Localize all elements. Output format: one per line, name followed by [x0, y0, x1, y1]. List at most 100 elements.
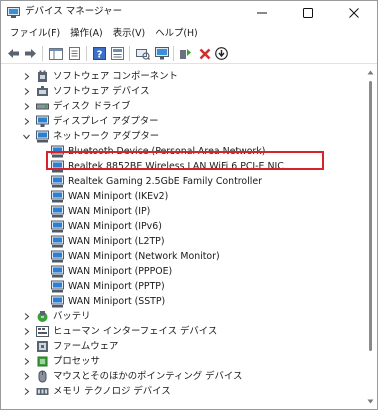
help-icon: ?: [93, 47, 106, 60]
maximize-button[interactable]: [285, 1, 331, 24]
chevron-right-icon[interactable]: [22, 117, 31, 126]
maximize-icon: [303, 7, 313, 18]
window-title: デバイス マネージャー: [25, 6, 123, 17]
tree-item-label: ファームウェア: [53, 341, 119, 352]
help-button[interactable]: ?: [91, 45, 108, 62]
title-bar: デバイス マネージャー: [1, 1, 377, 24]
tree-item-batteries[interactable]: バッテリ: [2, 309, 362, 324]
tree-item-software-devices[interactable]: ソフトウェア デバイス: [2, 84, 362, 99]
menu-file[interactable]: ファイル(F): [5, 24, 65, 43]
network-adapter-icon: [51, 190, 64, 203]
uninstall-device-button[interactable]: [196, 45, 213, 62]
scroll-down-arrow-icon[interactable]: [367, 398, 374, 405]
tree-item-bluetooth-pan[interactable]: Bluetooth Device (Personal Area Network): [2, 144, 362, 159]
scrollbar-thumb[interactable]: [369, 81, 372, 351]
download-button[interactable]: [213, 45, 230, 62]
menu-action[interactable]: 操作(A): [65, 24, 107, 43]
toolbar: ?: [1, 43, 377, 64]
tree-item-wan-pppoe[interactable]: WAN Miniport (PPPOE): [2, 264, 362, 279]
back-icon: [8, 49, 19, 58]
tree-item-label: ソフトウェア デバイス: [53, 86, 150, 97]
tree-item-label: WAN Miniport (IKEv2): [68, 191, 169, 202]
tree-item-label: ヒューマン インターフェイス デバイス: [53, 326, 218, 337]
battery-icon: [37, 311, 48, 322]
network-adapter-icon: [51, 145, 64, 158]
network-adapter-icon: [51, 205, 64, 218]
network-adapter-icon: [51, 250, 64, 263]
disk-drive-icon: [36, 103, 49, 110]
network-adapter-icon: [51, 160, 64, 173]
tree-item-realtek-8852be[interactable]: Realtek 8852BE Wireless LAN WiFi 6 PCI-E…: [2, 159, 362, 174]
tree-item-wan-l2tp[interactable]: WAN Miniport (L2TP): [2, 234, 362, 249]
tree-item-label: WAN Miniport (SSTP): [68, 296, 166, 307]
chevron-right-icon[interactable]: [22, 312, 31, 321]
tree-item-wan-ikev2[interactable]: WAN Miniport (IKEv2): [2, 189, 362, 204]
update-driver-button[interactable]: [177, 45, 194, 62]
scroll-up-arrow-icon[interactable]: [367, 69, 374, 76]
tree-item-label: WAN Miniport (L2TP): [68, 236, 165, 247]
tree-item-wan-pptp[interactable]: WAN Miniport (PPTP): [2, 279, 362, 294]
network-adapter-icon: [51, 265, 64, 278]
forward-button[interactable]: [22, 45, 39, 62]
chevron-right-icon[interactable]: [22, 387, 31, 396]
menu-view[interactable]: 表示(V): [108, 24, 150, 43]
scan-hardware-icon: [135, 49, 150, 60]
tree-item-memory-technology[interactable]: メモリ テクノロジ デバイス: [2, 384, 362, 399]
tree-item-disk-drives[interactable]: ディスク ドライブ: [2, 99, 362, 114]
console-tree-icon: [48, 47, 63, 60]
chevron-right-icon[interactable]: [22, 372, 31, 381]
device-manager-app-icon: [7, 7, 20, 18]
properties-icon: [69, 47, 80, 60]
chevron-right-icon[interactable]: [22, 327, 31, 336]
tree-item-realtek-gaming[interactable]: Realtek Gaming 2.5GbE Family Controller: [2, 174, 362, 189]
back-button[interactable]: [5, 45, 22, 62]
tree-item-label: ディスク ドライブ: [53, 101, 131, 112]
tree-item-hid[interactable]: ヒューマン インターフェイス デバイス: [2, 324, 362, 339]
tree-item-software-components[interactable]: ソフトウェア コンポーネント: [2, 69, 362, 84]
chevron-right-icon[interactable]: [22, 87, 31, 96]
properties-sheet-button[interactable]: [109, 45, 126, 62]
scan-hardware-button[interactable]: [134, 45, 151, 62]
close-icon: [349, 7, 359, 18]
minimize-button[interactable]: [239, 1, 285, 24]
toolbar-separator: [42, 46, 43, 61]
menu-help[interactable]: ヘルプ(H): [150, 24, 203, 43]
tree-item-display-adapters[interactable]: ディスプレイ アダプター: [2, 114, 362, 129]
chevron-right-icon[interactable]: [22, 72, 31, 81]
tree-item-wan-sstp[interactable]: WAN Miniport (SSTP): [2, 294, 362, 309]
tree-item-network-adapters[interactable]: ネットワーク アダプター: [2, 129, 362, 144]
chevron-right-icon[interactable]: [22, 357, 31, 366]
tree-item-label: ソフトウェア コンポーネント: [53, 71, 178, 82]
tree-item-label: Realtek Gaming 2.5GbE Family Controller: [68, 176, 262, 187]
network-adapter-icon: [51, 220, 64, 233]
tree-item-wan-ipv6[interactable]: WAN Miniport (IPv6): [2, 219, 362, 234]
hid-icon: [36, 326, 49, 337]
tree-item-mice[interactable]: マウスとそのほかのポインティング デバイス: [2, 369, 362, 384]
properties-sheet-icon: [111, 47, 124, 60]
properties-button[interactable]: [66, 45, 83, 62]
tree-item-label: WAN Miniport (Network Monitor): [68, 251, 220, 262]
tree-item-processors[interactable]: プロセッサ: [2, 354, 362, 369]
tree-item-wan-network-monitor[interactable]: WAN Miniport (Network Monitor): [2, 249, 362, 264]
network-adapter-icon: [51, 280, 64, 293]
svg-text:?: ?: [97, 50, 103, 61]
memory-tech-icon: [36, 388, 49, 395]
chevron-down-icon[interactable]: [22, 132, 31, 141]
update-driver-icon: [180, 49, 191, 59]
tree-item-label: プロセッサ: [53, 356, 100, 367]
tree-item-firmware[interactable]: ファームウェア: [2, 339, 362, 354]
forward-icon: [25, 49, 36, 58]
tree-item-wan-ip[interactable]: WAN Miniport (IP): [2, 204, 362, 219]
close-button[interactable]: [331, 1, 377, 24]
vertical-scrollbar[interactable]: [365, 65, 376, 409]
chevron-right-icon[interactable]: [22, 102, 31, 111]
tree-item-label: バッテリ: [53, 311, 91, 322]
minimize-icon: [257, 12, 267, 13]
monitor-button[interactable]: [153, 45, 170, 62]
network-adapter-icon: [51, 295, 64, 308]
tree-item-label: WAN Miniport (PPPOE): [68, 266, 173, 277]
processor-icon: [37, 356, 48, 367]
chevron-right-icon[interactable]: [22, 342, 31, 351]
show-hide-console-tree-button[interactable]: [47, 45, 64, 62]
firmware-icon: [37, 341, 48, 352]
